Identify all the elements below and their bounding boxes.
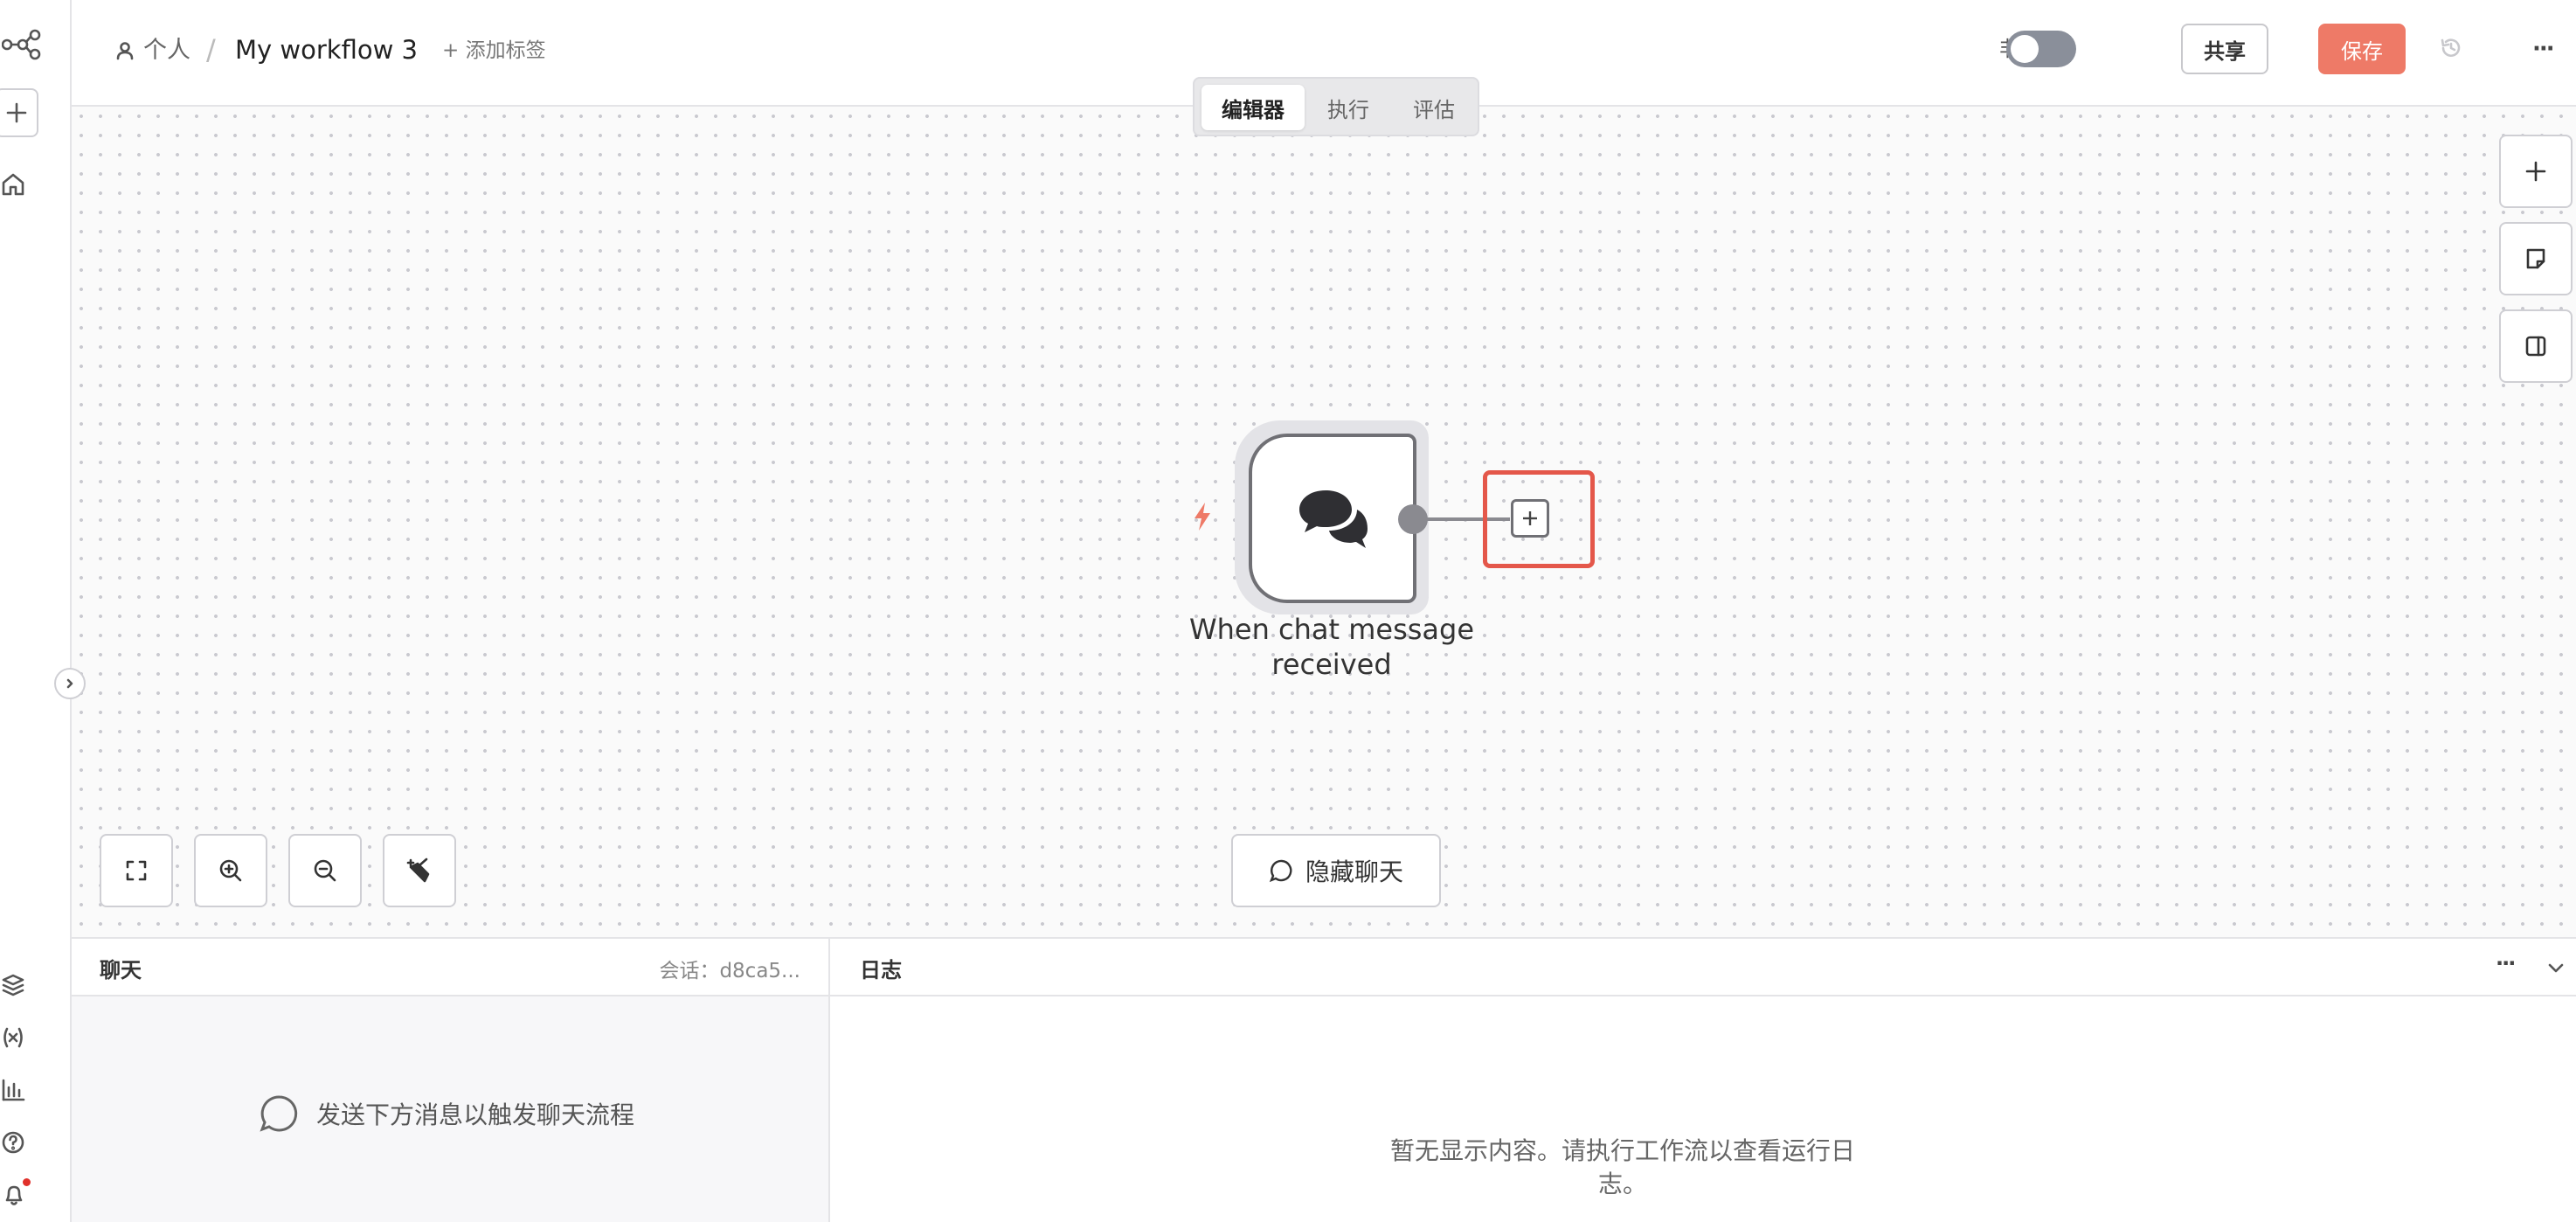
save-button[interactable]: 保存 <box>2318 24 2406 74</box>
fit-view-button[interactable] <box>100 834 173 907</box>
node-label: When chat message received <box>1188 613 1475 681</box>
log-panel-header: 日志 ··· <box>830 939 2576 996</box>
app-root: 个人 / My workflow 3 + 添加标签 非活动 共享 保存 ··· <box>0 0 2576 1222</box>
log-panel-title: 日志 <box>860 958 902 982</box>
chat-session-id[interactable]: 会话：d8ca5... <box>659 954 800 983</box>
chat-bubble-icon <box>1269 859 1292 883</box>
tab-executions[interactable]: 执行 <box>1306 85 1390 130</box>
workflow-name[interactable]: My workflow 3 <box>235 32 418 67</box>
insights-icon[interactable] <box>0 1075 26 1105</box>
chat-trigger-node[interactable] <box>1249 434 1416 603</box>
toggle-knob <box>2011 35 2039 63</box>
bottom-panel: 聊天 会话：d8ca5... 发送下方消息以触发聊天流程 日志 ··· 暂无显示… <box>72 937 2576 1222</box>
variables-icon[interactable] <box>0 1023 26 1052</box>
open-nodes-panel-button[interactable] <box>2499 135 2573 208</box>
breadcrumb-owner[interactable]: 个人 <box>143 33 190 68</box>
chat-empty-message: 发送下方消息以触发聊天流程 <box>316 1100 635 1129</box>
templates-icon[interactable] <box>0 970 26 1000</box>
log-panel: 日志 ··· 暂无显示内容。请执行工作流以查看运行日 志。 <box>830 939 2576 1222</box>
log-empty-message-line2: 志。 <box>1597 1170 1647 1198</box>
tab-editor[interactable]: 编辑器 <box>1201 85 1305 130</box>
active-toggle[interactable] <box>2006 31 2076 67</box>
chat-panel-title: 聊天 <box>100 958 142 982</box>
share-button[interactable]: 共享 <box>2181 24 2268 74</box>
more-options-button[interactable]: ··· <box>2532 31 2555 66</box>
toggle-panel-button[interactable] <box>2499 309 2573 383</box>
sticky-note-button[interactable] <box>2499 222 2573 295</box>
add-tag-link[interactable]: + 添加标签 <box>442 33 546 68</box>
home-icon[interactable] <box>0 170 26 199</box>
help-icon[interactable] <box>0 1128 26 1157</box>
workflow-canvas[interactable]: When chat message received 隐藏聊天 <box>72 107 2576 937</box>
history-icon[interactable] <box>2438 35 2464 61</box>
zoom-in-button[interactable] <box>194 834 267 907</box>
collapse-sidebar-button[interactable] <box>54 668 86 699</box>
chat-bubble-icon <box>260 1095 298 1132</box>
tidy-up-button[interactable] <box>383 834 456 907</box>
notification-dot <box>23 1178 31 1186</box>
tab-evaluations[interactable]: 评估 <box>1392 85 1476 130</box>
view-tabs: 编辑器 执行 评估 <box>1193 77 1479 136</box>
hide-chat-button[interactable]: 隐藏聊天 <box>1231 834 1441 907</box>
log-empty-state: 暂无显示内容。请执行工作流以查看运行日 志。 <box>830 1135 2576 1201</box>
log-more-button[interactable]: ··· <box>2496 951 2516 976</box>
zoom-out-button[interactable] <box>288 834 362 907</box>
logo-icon[interactable] <box>0 24 44 65</box>
left-sidebar <box>0 0 86 1222</box>
add-node-button[interactable] <box>1511 499 1549 538</box>
chat-panel: 聊天 会话：d8ca5... 发送下方消息以触发聊天流程 <box>72 939 830 1222</box>
chat-panel-header: 聊天 会话：d8ca5... <box>72 939 828 996</box>
add-workflow-button[interactable] <box>0 88 38 137</box>
trigger-bolt-icon <box>1190 500 1216 535</box>
collapse-panel-icon[interactable] <box>2545 956 2567 979</box>
chat-bubbles-icon <box>1299 490 1368 548</box>
person-icon <box>115 40 135 61</box>
node-output-handle[interactable] <box>1398 504 1428 534</box>
breadcrumb-separator: / <box>206 33 216 66</box>
log-empty-message-line1: 暂无显示内容。请执行工作流以查看运行日 <box>1389 1136 1855 1165</box>
chat-empty-state: 发送下方消息以触发聊天流程 <box>259 1093 634 1135</box>
hide-chat-label: 隐藏聊天 <box>1305 857 1403 886</box>
notifications-icon[interactable] <box>0 1178 31 1210</box>
